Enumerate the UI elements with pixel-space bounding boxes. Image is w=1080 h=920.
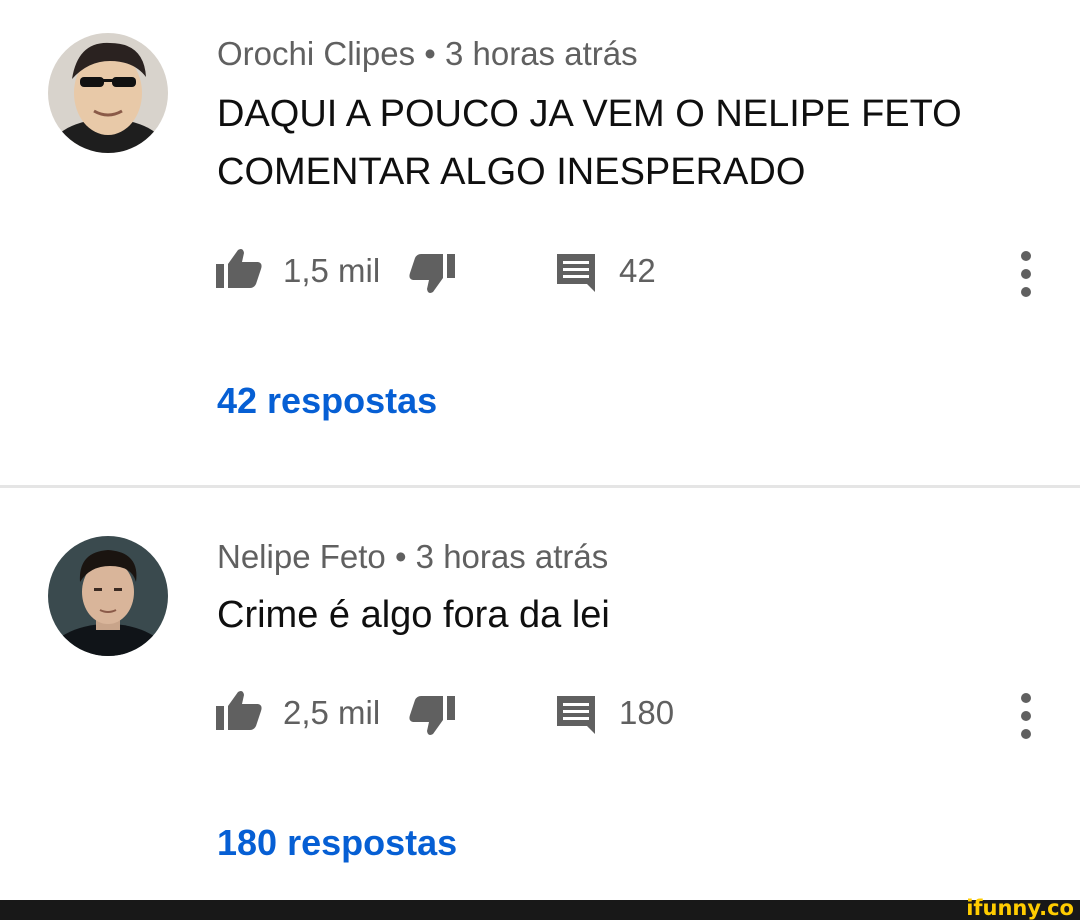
reply-count: 42 [619, 252, 656, 289]
timestamp: 3 horas atrás [415, 538, 609, 575]
comment-text: Crime é algo fora da lei [217, 594, 610, 636]
timestamp: 3 horas atrás [444, 35, 638, 72]
reply-comment-icon[interactable] [555, 252, 601, 298]
reply-count: 180 [619, 694, 675, 731]
author-name[interactable]: Orochi Clipes [217, 35, 415, 72]
thumbs-down-icon[interactable] [409, 696, 455, 742]
like-count: 2,5 mil [283, 694, 381, 731]
ifunny-watermark: ifunny.co [966, 896, 1074, 920]
thumbs-up-icon[interactable] [216, 690, 262, 736]
comment-actions: 2,5 mil 180 [0, 682, 1080, 742]
vertical-dots-menu-icon[interactable] [1004, 690, 1048, 742]
reply-comment-icon[interactable] [555, 694, 601, 740]
meta-separator: • [394, 538, 407, 575]
comment-item: Nelipe Feto • 3 horas atrás Crime é algo… [0, 488, 1080, 900]
vertical-dots-menu-icon[interactable] [1004, 248, 1048, 300]
watermark-bar: ifunny.co [0, 896, 1080, 920]
author-name[interactable]: Nelipe Feto [217, 538, 386, 575]
avatar[interactable] [48, 536, 168, 656]
comment-meta: Orochi Clipes • 3 horas atrás [217, 35, 638, 73]
comment-meta: Nelipe Feto • 3 horas atrás [217, 538, 608, 576]
thumbs-up-icon[interactable] [216, 248, 262, 294]
like-count: 1,5 mil [283, 252, 381, 289]
thumbs-down-icon[interactable] [409, 254, 455, 300]
comment-actions: 1,5 mil 42 [0, 240, 1080, 300]
comment-text: DAQUI A POUCO JA VEM O NELIPE FETO COMEN… [217, 93, 962, 193]
avatar[interactable] [48, 33, 168, 153]
meta-separator: • [424, 35, 436, 72]
comment-item: Orochi Clipes • 3 horas atrás DAQUI A PO… [0, 0, 1080, 486]
view-replies-link[interactable]: 180 respostas [217, 822, 457, 864]
view-replies-link[interactable]: 42 respostas [217, 380, 437, 422]
